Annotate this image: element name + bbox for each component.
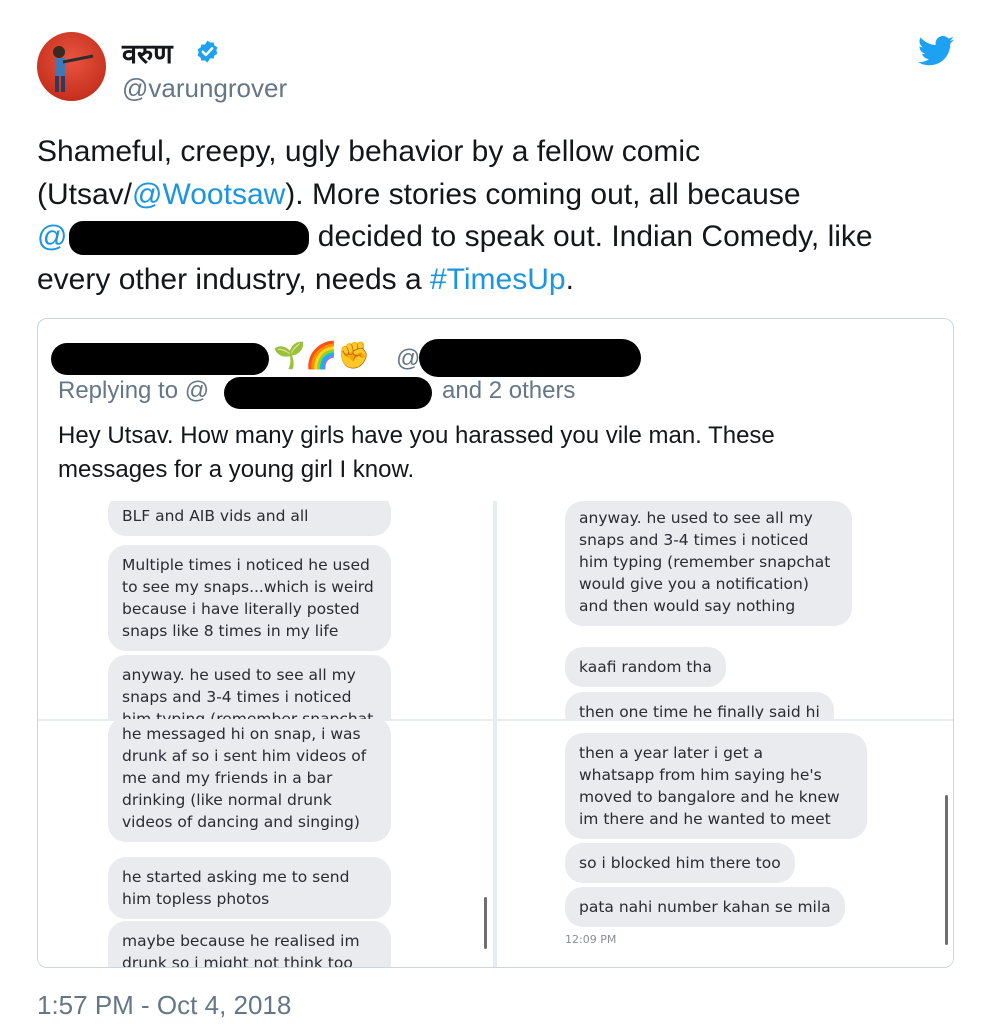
chat-bubble: Multiple times i noticed he used to see …	[108, 545, 391, 651]
chat-line: drinking (like normal drunk	[122, 791, 332, 809]
chat-line: so i blocked him there too	[579, 854, 781, 872]
chat-line: im there and he wanted to meet	[579, 810, 831, 828]
display-name[interactable]: वरुण	[122, 34, 173, 71]
tweet-line-2: (Utsav/@Wootsaw). More stories coming ou…	[37, 174, 937, 217]
chat-line: drunk af so i sent him videos of	[122, 747, 367, 765]
chat-bubble: he started asking me to send him topless…	[108, 857, 391, 919]
hashtag-timesup-link[interactable]: #TimesUp	[430, 263, 566, 296]
chat-screenshot-2: anyway. he used to see all my snaps and …	[497, 501, 953, 719]
verified-badge-icon	[197, 40, 218, 63]
chat-line: then a year later i get a	[579, 744, 763, 762]
quoted-handle-at: @	[396, 345, 421, 372]
quoted-tweet[interactable]: 🌱🌈✊ @ Replying to @ and 2 others Hey Uts…	[37, 318, 954, 968]
chat-line: he messaged hi on snap, i was	[122, 725, 361, 743]
redaction-bar	[69, 221, 310, 256]
chat-bubble: then one time he finally said hi	[565, 692, 834, 719]
redaction-bar	[419, 339, 641, 377]
chat-line: moved to bangalore and he knew	[579, 788, 840, 806]
chat-line: him topless photos	[122, 890, 270, 908]
quoted-tweet-header: 🌱🌈✊ @	[51, 339, 931, 379]
chat-bubble: so i blocked him there too	[565, 843, 795, 883]
redaction-bar	[224, 377, 432, 409]
replying-to-others-link[interactable]: and 2 others	[442, 377, 575, 405]
tweet-timestamp[interactable]: 1:57 PM - Oct 4, 2018	[37, 990, 291, 1021]
tweet-text-fragment: .	[565, 262, 574, 296]
chat-line: BLF and AIB vids and all	[122, 507, 309, 525]
scrollbar[interactable]	[945, 795, 948, 945]
tweet-text-fragment: ). More stories coming out, all because	[285, 177, 801, 211]
chat-bubble: he messaged hi on snap, i was drunk af s…	[108, 721, 391, 842]
chat-line: anyway. he used to see all my	[122, 666, 356, 684]
quoted-body-line: Hey Utsav. How many girls have you haras…	[58, 422, 775, 449]
chat-bubble: pata nahi number kahan se mila	[565, 887, 845, 927]
mention-wootsaw-link[interactable]: @Wootsaw	[132, 178, 285, 211]
quoted-emoji: 🌱🌈✊	[273, 341, 371, 371]
chat-line: to see my snaps...which is weird	[122, 578, 374, 596]
chat-line: kaafi random tha	[579, 658, 712, 676]
tweet-line-4: every other industry, needs a #TimesUp.	[37, 259, 937, 302]
chat-bubble: then a year later i get a whatsapp from …	[565, 733, 867, 839]
chat-line: pata nahi number kahan se mila	[579, 898, 831, 916]
chat-line: would give you a notification)	[579, 575, 809, 593]
tweet-text-fragment: every other industry, needs a	[37, 262, 430, 296]
collage-divider	[493, 501, 497, 967]
tweet-text-fragment: decided to speak out. Indian Comedy, lik…	[309, 220, 873, 253]
chat-screenshot-3: he messaged hi on snap, i was drunk af s…	[38, 721, 493, 968]
mention-redacted-link[interactable]: @	[37, 220, 67, 253]
chat-line: him typing (remember snapchat	[579, 553, 831, 571]
chat-line: because i have literally posted	[122, 600, 360, 618]
chat-line: snaps like 8 times in my life	[122, 622, 339, 640]
quoted-body-line: messages for a young girl I know.	[58, 456, 415, 483]
twitter-bird-icon[interactable]	[918, 36, 954, 66]
chat-screenshot-1: BLF and AIB vids and all Multiple times …	[38, 501, 493, 719]
chat-line: anyway. he used to see all my	[579, 509, 813, 527]
tweet-line-1: Shameful, creepy, ugly behavior by a fel…	[37, 135, 701, 168]
chat-screenshot-4: then a year later i get a whatsapp from …	[497, 721, 953, 967]
tweet-text: Shameful, creepy, ugly behavior by a fel…	[37, 131, 937, 301]
tweet-text-fragment: (Utsav/	[37, 177, 133, 211]
chat-line: him typing (remember snapchat	[122, 710, 374, 719]
chat-bubble: kaafi random tha	[565, 647, 726, 687]
chat-line: videos of dancing and singing)	[122, 813, 360, 831]
chat-bubble: BLF and AIB vids and all	[108, 501, 391, 536]
handle[interactable]: @varungrover	[122, 73, 287, 104]
chat-timestamp: 12:09 PM	[565, 933, 617, 946]
tweet-line-3: @ decided to speak out. Indian Comedy, l…	[37, 216, 937, 259]
chat-line: Multiple times i noticed he used	[122, 556, 370, 574]
chat-line: snaps and 3-4 times i noticed	[122, 688, 352, 706]
avatar[interactable]	[37, 32, 106, 101]
chat-line: me and my friends in a bar	[122, 769, 333, 787]
chat-bubble: anyway. he used to see all my snaps and …	[565, 501, 852, 626]
scrollbar[interactable]	[484, 897, 487, 949]
collage-divider	[38, 719, 953, 721]
quoted-tweet-body: Hey Utsav. How many girls have you haras…	[58, 419, 908, 487]
chat-line: whatsapp from him saying he's	[579, 766, 822, 784]
chat-line: drunk so i might not think too	[122, 954, 353, 968]
chat-line: maybe because he realised im	[122, 932, 360, 950]
chat-line: he started asking me to send	[122, 868, 350, 886]
chat-line: and then would say nothing	[579, 597, 796, 615]
chat-bubble: anyway. he used to see all my snaps and …	[108, 655, 391, 719]
chat-line: then one time he finally said hi	[579, 703, 820, 719]
screenshot-collage[interactable]: BLF and AIB vids and all Multiple times …	[38, 501, 953, 968]
avatar-figure-icon	[53, 46, 94, 92]
replying-to-label: Replying to @	[58, 377, 210, 404]
chat-bubble: maybe because he realised im drunk so i …	[108, 921, 391, 968]
chat-line: snaps and 3-4 times i noticed	[579, 531, 809, 549]
redaction-bar	[51, 343, 269, 375]
